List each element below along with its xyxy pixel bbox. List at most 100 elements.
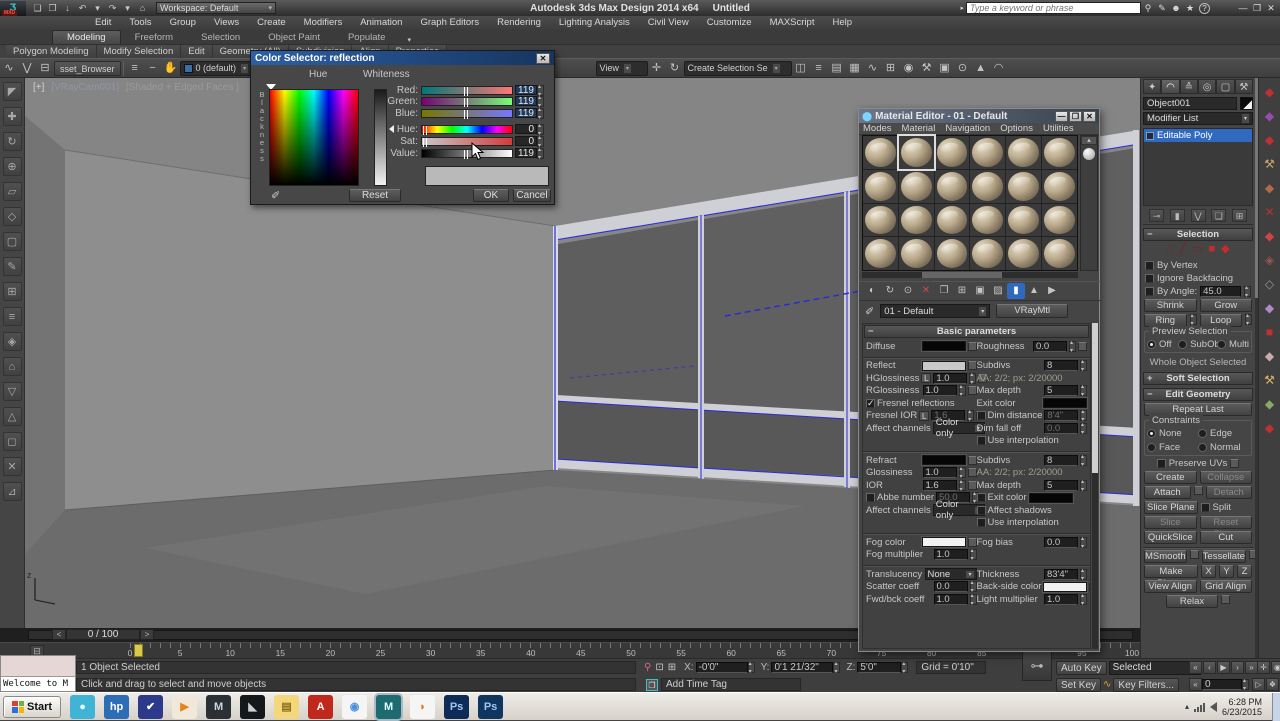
material-editor-icon[interactable]: ◉	[900, 60, 918, 77]
reference-coordinate-dropdown[interactable]: View ▾	[595, 60, 648, 76]
value-field[interactable]: 1.0	[933, 372, 968, 384]
pick-material-eyedropper-icon[interactable]: ✐	[865, 305, 874, 318]
material-slot-22[interactable]	[1006, 237, 1042, 270]
color-swatch[interactable]	[921, 455, 966, 466]
use-interpolation-checkbox[interactable]	[976, 436, 986, 446]
open-file-icon[interactable]: ❒	[45, 2, 60, 15]
zoom-extents-icon[interactable]: ▷	[1252, 678, 1265, 691]
search-input[interactable]	[966, 2, 1141, 14]
go-to-time-button[interactable]: «	[1189, 678, 1202, 691]
by-vertex-checkbox[interactable]	[1145, 261, 1154, 270]
object-name-field[interactable]: Object001	[1143, 97, 1237, 110]
ribbon-tab-object-paint[interactable]: Object Paint	[254, 31, 334, 44]
value-field[interactable]: 1.0	[922, 467, 957, 479]
edge-subobject-icon[interactable]: ╱	[1179, 243, 1186, 256]
undo-dropdown-icon[interactable]: ▾	[90, 2, 105, 15]
spinner[interactable]	[967, 408, 975, 423]
basic-parameters-rollout[interactable]: − Basic parameters	[864, 325, 1089, 338]
assign-material-to-selection-icon[interactable]: ⊙	[899, 283, 917, 299]
spinner[interactable]	[1080, 421, 1087, 436]
tab-create[interactable]: ✦	[1143, 79, 1162, 94]
material-slot-13[interactable]	[898, 203, 934, 237]
curve-editor-icon[interactable]: ∿	[864, 60, 882, 77]
angle-snap-icon[interactable]: ◠	[990, 60, 1008, 77]
attach-list-button[interactable]	[1193, 486, 1203, 495]
blue-slider[interactable]	[421, 108, 513, 119]
layer-list-icon[interactable]: ≡	[126, 60, 144, 77]
value-field[interactable]: 5	[1044, 385, 1078, 397]
color-swatch[interactable]	[1043, 398, 1087, 409]
planar-y-button[interactable]: Y	[1219, 565, 1234, 578]
pin-stack-icon[interactable]: ⊸	[1149, 209, 1164, 222]
spinner[interactable]	[1080, 453, 1087, 468]
right-strip-icon-8[interactable]: ◇	[1262, 276, 1278, 292]
dark-app-icon[interactable]: ◣	[240, 694, 266, 719]
ribbon-panel-edit[interactable]: Edit	[181, 45, 213, 58]
media-player-icon[interactable]: ▶	[172, 694, 198, 719]
help-icon[interactable]: ?	[1199, 2, 1210, 14]
ribbon-panel-modify-selection[interactable]: Modify Selection	[96, 45, 182, 58]
color-swatch[interactable]	[1043, 581, 1088, 592]
left-strip-icon-16[interactable]: ⊿	[2, 482, 22, 501]
layer-dash-icon[interactable]: −	[144, 60, 162, 77]
planar-z-button[interactable]: Z	[1237, 565, 1252, 578]
menu-create[interactable]: Create	[248, 16, 295, 30]
pencil-icon[interactable]: ✎	[1155, 3, 1169, 14]
me-menu-material[interactable]: Material	[902, 123, 936, 134]
me-menu-modes[interactable]: Modes	[863, 123, 892, 134]
quick-orb-icon[interactable]: ●	[70, 694, 96, 719]
ribbon-tab-freeform[interactable]: Freeform	[121, 31, 188, 44]
key-filters-button[interactable]: Key Filters...	[1113, 677, 1179, 692]
spinner[interactable]	[969, 579, 977, 594]
spinner[interactable]	[1080, 408, 1088, 423]
material-slot-0[interactable]	[863, 136, 898, 169]
firefox-icon[interactable]: ◗	[410, 694, 436, 719]
slider-marker[interactable]	[464, 97, 469, 107]
relax-settings-button[interactable]	[1221, 595, 1230, 604]
spinner[interactable]	[958, 478, 966, 493]
make-unique-icon[interactable]: ⋁	[1190, 209, 1206, 222]
current-frame-marker[interactable]	[134, 644, 143, 657]
me-minimize-button[interactable]: —	[1055, 110, 1068, 122]
blue-spinner[interactable]	[537, 106, 544, 121]
slider-marker[interactable]	[464, 109, 469, 119]
put-to-library-icon[interactable]: ⊞	[953, 283, 971, 299]
3ds-max-taskbar-icon[interactable]: M	[206, 694, 232, 719]
left-strip-icon-11[interactable]: ⌂	[2, 357, 22, 376]
sample-type-icon[interactable]	[1083, 148, 1095, 160]
new-scene-icon[interactable]: ❏	[30, 2, 45, 15]
frame-spinner[interactable]	[1242, 677, 1249, 692]
grid-align-button[interactable]: Grid Align	[1199, 580, 1252, 593]
value-spinner[interactable]	[537, 146, 544, 161]
menu-group[interactable]: Group	[161, 16, 205, 30]
left-strip-icon-4[interactable]: ▱	[2, 182, 22, 201]
split-checkbox[interactable]	[1200, 503, 1210, 512]
search-flyout-icon[interactable]: ▸	[960, 4, 964, 12]
material-slot-17[interactable]	[1042, 203, 1077, 237]
y-coordinate-field[interactable]: 0'1 21/32"	[771, 662, 834, 673]
left-strip-icon-8[interactable]: ⊞	[2, 282, 22, 301]
material-slot-3[interactable]	[970, 136, 1006, 169]
3ds-max-active-icon[interactable]: M	[374, 692, 404, 721]
photoshop-icon[interactable]: Ps	[444, 694, 470, 719]
create-button[interactable]: Create	[1144, 471, 1197, 484]
add-time-tag[interactable]: Add Time Tag	[661, 678, 801, 691]
detach-button[interactable]: Detach	[1205, 486, 1252, 499]
slots-horizontal-scrollbar[interactable]	[862, 272, 1078, 278]
value-field[interactable]: 0.0	[1033, 340, 1067, 352]
x-coordinate-field[interactable]: -0'0"	[695, 662, 748, 673]
border-subobject-icon[interactable]: ▭	[1192, 243, 1202, 256]
right-strip-icon-1[interactable]: ◆	[1262, 108, 1278, 124]
right-strip-icon-12[interactable]: ⚒	[1262, 372, 1278, 388]
attach-button[interactable]: Attach	[1144, 486, 1191, 499]
loop-spinner[interactable]	[1245, 312, 1252, 327]
menu-help[interactable]: Help	[823, 16, 861, 30]
left-strip-icon-1[interactable]: ✚	[2, 107, 22, 126]
msmooth-settings-button[interactable]	[1189, 550, 1199, 559]
modifier-stack[interactable]: Editable Poly	[1143, 128, 1253, 206]
selection-rollout-header[interactable]: − Selection	[1143, 228, 1253, 241]
menu-views[interactable]: Views	[205, 16, 248, 30]
menu-customize[interactable]: Customize	[698, 16, 761, 30]
play-button[interactable]: ▶	[1217, 661, 1230, 674]
map-button[interactable]	[967, 341, 977, 351]
